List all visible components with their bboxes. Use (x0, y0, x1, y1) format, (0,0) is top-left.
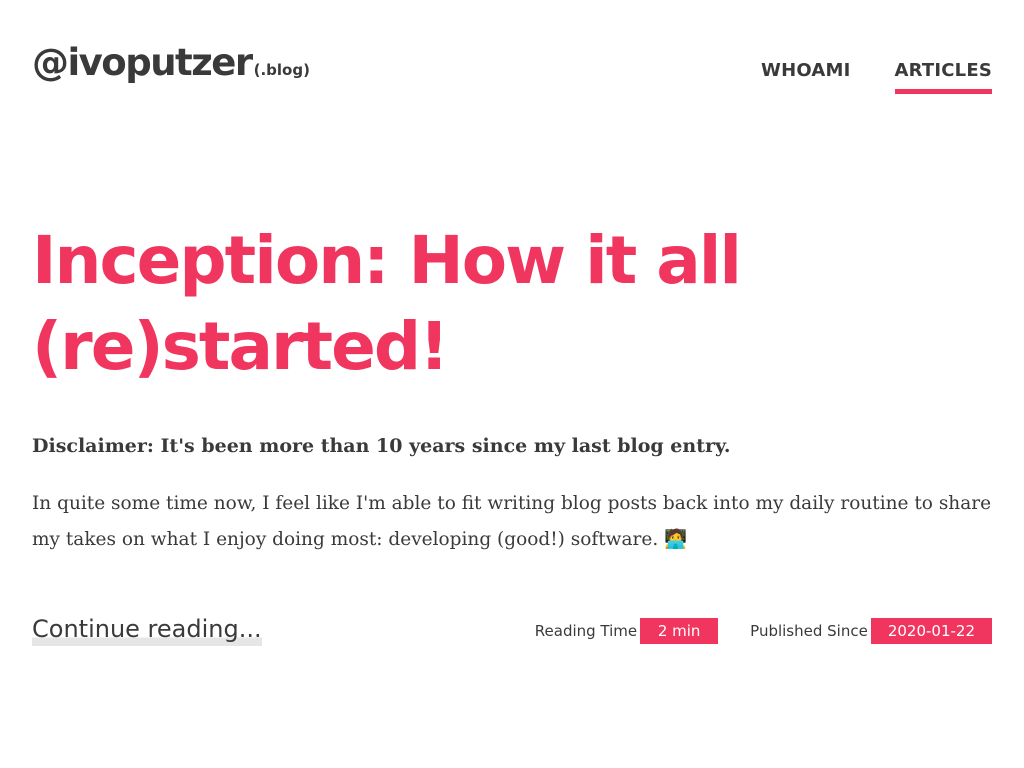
published-date-badge: 2020-01-22 (870, 618, 992, 644)
article-intro: In quite some time now, I feel like I'm … (32, 493, 992, 550)
published-label: Published Since (750, 622, 868, 640)
nav-item-whoami[interactable]: WHOAMI (761, 60, 850, 94)
reading-time: Reading Time 2 min (534, 618, 719, 644)
logo-handle: @ivoputzer (32, 41, 253, 84)
site-logo[interactable]: @ivoputzer (.blog) (32, 44, 310, 81)
site-header: @ivoputzer (.blog) WHOAMI ARTICLES (32, 40, 992, 100)
continue-reading-link[interactable]: Continue reading... (32, 612, 262, 646)
main-nav: WHOAMI ARTICLES (761, 60, 992, 94)
logo-suffix: (.blog) (253, 61, 310, 79)
published-date: Published Since 2020-01-22 (750, 618, 992, 644)
article-title[interactable]: Inception: How it all (re)started! (32, 218, 752, 390)
article-disclaimer: Disclaimer: It's been more than 10 years… (32, 435, 731, 457)
article-meta: Reading Time 2 min Published Since 2020-… (535, 618, 992, 644)
reading-time-badge: 2 min (640, 618, 719, 644)
article-preview: Inception: How it all (re)started! Discl… (32, 218, 992, 558)
nav-item-articles[interactable]: ARTICLES (894, 60, 992, 94)
article-footer: Continue reading... Reading Time 2 min P… (32, 612, 992, 648)
reading-time-label: Reading Time (534, 622, 638, 640)
